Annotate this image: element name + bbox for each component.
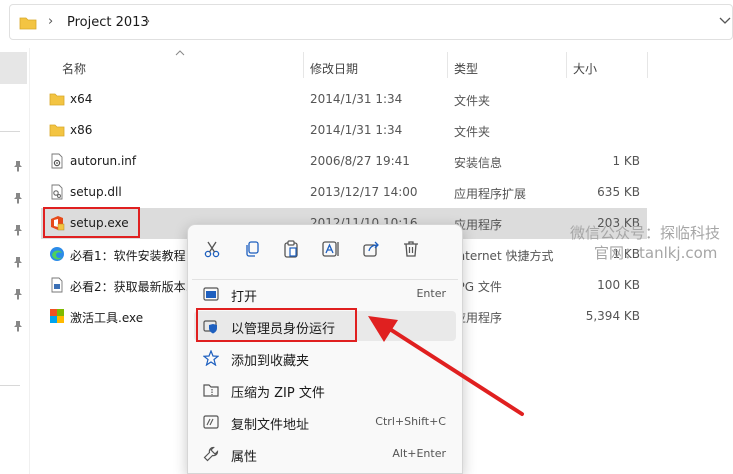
delete-icon[interactable] [401,239,421,259]
dll-file-icon [51,184,63,200]
nav-item-selected[interactable] [0,52,27,84]
nav-pane-border [29,48,30,474]
folder-icon [49,124,65,137]
file-name: 必看2：获取最新版本... [70,280,198,294]
file-type: Internet 快捷方式 [454,249,554,263]
open-icon [203,287,219,301]
menu-item-properties[interactable]: 属性 Alt+Enter [194,439,456,469]
chevron-right-icon: › [48,14,54,29]
pin-icon[interactable] [13,160,23,172]
paste-icon[interactable] [281,239,301,259]
context-menu-toolbar [188,225,462,274]
column-separator[interactable] [303,52,304,78]
address-bar[interactable]: › Project 2013 › [9,4,733,40]
file-type: 安装信息 [454,156,503,170]
file-date: 2014/1/31 1:34 [310,123,403,137]
column-separator[interactable] [447,52,448,78]
file-size: 1 KB [612,154,640,168]
file-row[interactable]: autorun.inf 2006/8/27 19:41 安装信息 1 KB [41,146,647,177]
nav-divider [0,131,20,132]
menu-item-label: 复制文件地址 [231,418,310,433]
pin-icon[interactable] [13,256,23,268]
highlight-box-setup [43,207,140,238]
rename-icon[interactable] [321,239,341,259]
pin-icon[interactable] [13,192,23,204]
file-name: 激活工具.exe [70,311,144,325]
file-name: 必看1：软件安装教程 [70,249,186,263]
pin-icon[interactable] [13,288,23,300]
nav-divider [0,385,20,386]
file-size: 100 KB [597,278,640,292]
file-date: 2013/12/17 14:00 [310,185,418,199]
watermark-line2: 官网：tanlkj.com [594,244,718,262]
file-name: setup.dll [70,185,122,199]
file-type: 文件夹 [454,94,491,108]
chevron-down-icon[interactable] [719,17,731,25]
zip-folder-icon [203,384,219,397]
activator-exe-icon [50,309,64,323]
menu-item-shortcut: Enter [416,287,446,300]
highlight-box-admin [196,308,357,342]
settings-file-icon [51,153,63,169]
file-date: 2006/8/27 19:41 [310,154,410,168]
file-name: x86 [70,123,93,137]
star-icon [203,350,219,366]
file-type: 应用程序扩展 [454,187,527,201]
column-header-date[interactable]: 修改日期 [310,60,358,77]
pin-icon[interactable] [13,320,23,332]
column-header-name[interactable]: 名称 [62,60,86,77]
menu-item-label: 添加到收藏夹 [231,354,310,369]
copy-path-icon [203,415,219,429]
edge-shortcut-icon [50,247,64,261]
file-row[interactable]: x64 2014/1/31 1:34 文件夹 [41,84,647,115]
image-file-icon [51,277,63,293]
wrench-icon [203,446,219,462]
menu-item-open[interactable]: 打开 Enter [194,279,456,309]
file-type: 文件夹 [454,125,491,139]
menu-item-label: 压缩为 ZIP 文件 [231,386,325,401]
pin-icon[interactable] [13,224,23,236]
file-date: 2014/1/31 1:34 [310,92,403,106]
file-row[interactable]: setup.dll 2013/12/17 14:00 应用程序扩展 635 KB [41,177,647,208]
breadcrumb-current[interactable]: Project 2013 [67,15,149,30]
column-separator[interactable] [566,52,567,78]
red-arrow-annotation [368,316,524,416]
menu-item-label: 属性 [231,450,258,465]
file-row[interactable]: x86 2014/1/31 1:34 文件夹 [41,115,647,146]
share-icon[interactable] [361,239,381,259]
menu-item-label: 打开 [231,290,258,305]
file-size: 635 KB [597,185,640,199]
column-header-size[interactable]: 大小 [573,60,597,77]
file-name: autorun.inf [70,154,137,168]
folder-icon [19,17,37,30]
folder-icon [49,93,65,106]
copy-icon[interactable] [242,239,262,259]
file-size: 5,394 KB [585,309,640,323]
column-header-type[interactable]: 类型 [454,60,478,77]
menu-item-shortcut: Alt+Enter [392,447,446,460]
watermark-line1: 微信公众号：探临科技 [570,224,721,242]
column-separator[interactable] [647,52,648,78]
sort-ascending-icon [175,50,185,56]
chevron-right-icon[interactable]: › [145,14,150,29]
file-name: x64 [70,92,93,106]
cut-icon[interactable] [202,239,222,259]
